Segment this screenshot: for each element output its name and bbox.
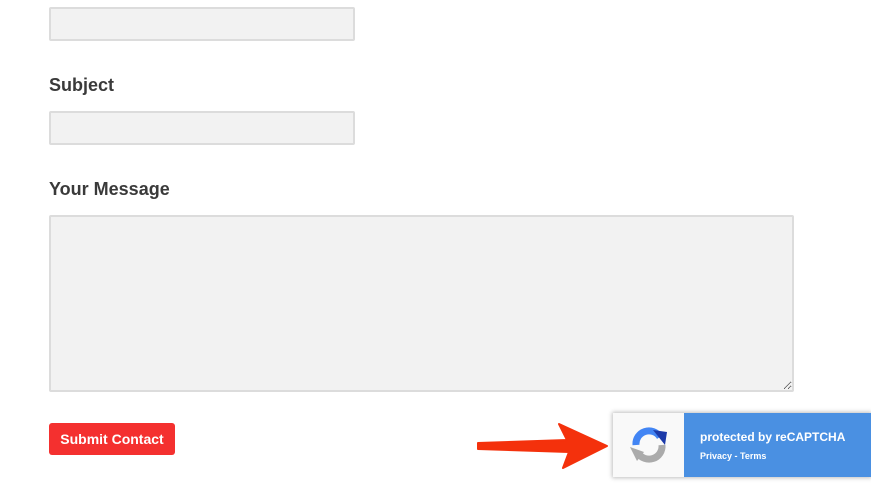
recaptcha-links: Privacy - Terms	[700, 451, 871, 461]
subject-input[interactable]	[49, 111, 355, 145]
message-label: Your Message	[49, 179, 170, 199]
terms-link[interactable]: Terms	[740, 451, 766, 461]
message-textarea[interactable]	[49, 215, 794, 392]
red-arrow-annotation-icon	[477, 423, 608, 469]
recaptcha-logo-icon	[613, 413, 684, 477]
subject-label: Subject	[49, 75, 115, 95]
recaptcha-title: protected by reCAPTCHA	[700, 430, 846, 444]
link-separator: -	[732, 451, 741, 461]
recaptcha-info-panel: protected by reCAPTCHA Privacy - Terms	[684, 413, 871, 477]
recaptcha-badge: protected by reCAPTCHA Privacy - Terms	[613, 413, 871, 477]
privacy-link[interactable]: Privacy	[700, 451, 732, 461]
submit-contact-button[interactable]: Submit Contact	[49, 423, 175, 455]
top-input-field[interactable]	[49, 7, 355, 41]
